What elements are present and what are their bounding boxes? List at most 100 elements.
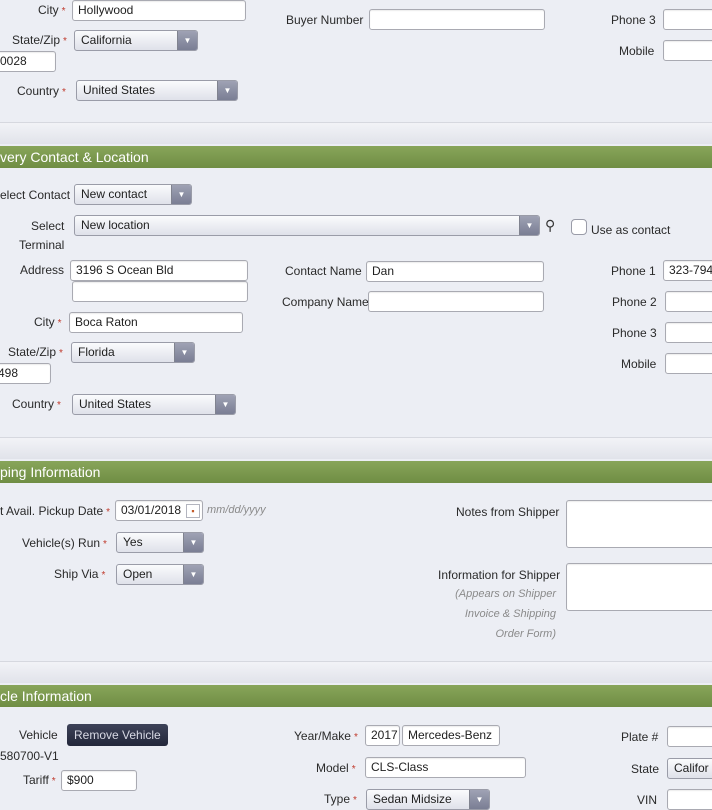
delivery-state-value: Florida (78, 345, 115, 359)
vehicle-section-header: cle Information (0, 685, 712, 707)
search-icon[interactable]: ⚲ (545, 217, 555, 234)
vin-label: VIN (637, 793, 658, 807)
select-terminal-dropdown[interactable]: New location ▼ (74, 215, 540, 236)
section-divider (0, 661, 712, 683)
ship-via-value: Open (123, 567, 153, 581)
pickup-date-value: 03/01/2018 (121, 503, 182, 517)
shipping-header-text: ping Information (0, 464, 101, 480)
buyer-number-label: Buyer Number (286, 13, 364, 27)
ship-via-label: Ship Via * (54, 567, 106, 581)
select-contact-label: elect Contact (0, 188, 71, 202)
delivery-state-zip-label: State/Zip * (8, 345, 63, 359)
vehicle-state-label: State (631, 762, 660, 776)
model-label: Model * (316, 761, 356, 775)
plate-label: Plate # (621, 730, 659, 744)
section-divider (0, 437, 712, 459)
chevron-down-icon: ▼ (177, 31, 197, 50)
tariff-label: Tariff * (23, 773, 56, 787)
chevron-down-icon: ▼ (171, 185, 191, 204)
city-label: City * (38, 3, 66, 17)
ship-via-select[interactable]: Open ▼ (116, 564, 204, 585)
country-value: United States (83, 83, 156, 97)
delivery-city-label: City * (34, 315, 62, 329)
contact-name-label: Contact Name (285, 264, 362, 278)
phone2-input[interactable] (665, 291, 712, 312)
vehicle-state-select[interactable]: Califor (667, 758, 712, 779)
remove-vehicle-button[interactable]: Remove Vehicle (67, 724, 168, 746)
country-select[interactable]: United States ▼ (76, 80, 238, 101)
delivery-mobile-label: Mobile (621, 357, 657, 371)
use-as-contact-checkbox[interactable] (571, 219, 587, 235)
buyer-number-input[interactable] (369, 9, 545, 30)
notes-from-shipper-textarea[interactable] (566, 500, 712, 548)
pickup-date-input[interactable]: 03/01/2018 ▪ (115, 500, 203, 521)
shipping-section-header: ping Information (0, 461, 712, 483)
delivery-zip-input[interactable]: 498 (0, 363, 51, 384)
phone1-label: Phone 1 (611, 264, 656, 278)
info-note-3: Order Form) (495, 628, 557, 640)
notes-from-shipper-label: Notes from Shipper (456, 505, 560, 519)
section-divider (0, 122, 712, 144)
vehicle-state-value: Califor (674, 761, 709, 775)
mobile-label: Mobile (619, 44, 655, 58)
delivery-phone3-label: Phone 3 (612, 326, 657, 340)
phone1-input[interactable]: 323-794- (663, 260, 712, 281)
state-select[interactable]: California ▼ (74, 30, 198, 51)
address-line2-input[interactable] (72, 281, 248, 302)
select-terminal-label: Select (31, 219, 65, 233)
use-as-contact-label: Use as contact (591, 223, 671, 237)
info-for-shipper-textarea[interactable] (566, 563, 712, 611)
delivery-country-value: United States (79, 397, 152, 411)
info-note-2: Invoice & Shipping (464, 608, 556, 620)
address-line1-input[interactable]: 3196 S Ocean Bld (70, 260, 248, 281)
chevron-down-icon: ▼ (183, 533, 203, 552)
year-input[interactable]: 2017 (365, 725, 400, 746)
chevron-down-icon: ▼ (174, 343, 194, 362)
pickup-date-hint: mm/dd/yyyy (207, 504, 266, 516)
vehicles-run-label: Vehicle(s) Run * (22, 536, 107, 550)
vehicles-run-value: Yes (123, 535, 143, 549)
country-label: Country * (17, 84, 66, 98)
delivery-header-text: very Contact & Location (0, 149, 149, 165)
phone3-label: Phone 3 (611, 13, 656, 27)
pickup-date-label: t Avail. Pickup Date * (0, 504, 111, 518)
company-name-input[interactable] (368, 291, 544, 312)
info-for-shipper-label: Information for Shipper (438, 568, 561, 582)
type-label: Type * (324, 792, 357, 806)
vehicles-run-select[interactable]: Yes ▼ (116, 532, 204, 553)
model-input[interactable]: CLS-Class (365, 757, 526, 778)
mobile-input[interactable] (663, 40, 712, 61)
state-zip-label: State/Zip * (12, 33, 67, 47)
delivery-country-select[interactable]: United States ▼ (72, 394, 236, 415)
state-value: California (81, 33, 132, 47)
make-input[interactable]: Mercedes-Benz (402, 725, 500, 746)
tariff-input[interactable]: $900 (61, 770, 137, 791)
delivery-section-header: very Contact & Location (0, 146, 712, 168)
vehicle-label: Vehicle (19, 728, 58, 742)
delivery-city-input[interactable]: Boca Raton (69, 312, 243, 333)
address-label: Address (20, 263, 65, 277)
info-note-1: (Appears on Shipper (455, 588, 556, 600)
phone2-label: Phone 2 (612, 295, 657, 309)
vehicle-id: 580700-V1 (0, 749, 59, 763)
delivery-phone3-input[interactable] (665, 322, 712, 343)
contact-name-input[interactable]: Dan (366, 261, 544, 282)
delivery-country-label: Country * (12, 397, 61, 411)
select-terminal-value: New location (81, 218, 150, 232)
type-value: Sedan Midsize (373, 792, 452, 806)
delivery-mobile-input[interactable] (665, 353, 712, 374)
select-terminal-label-2: Terminal (19, 238, 65, 252)
vehicle-header-text: cle Information (0, 688, 92, 704)
company-name-label: Company Name (282, 295, 369, 309)
phone3-input[interactable] (663, 9, 712, 30)
city-input[interactable]: Hollywood (72, 0, 246, 21)
year-make-label: Year/Make * (294, 729, 358, 743)
origin-section: City * Hollywood Buyer Number Phone 3 Sta… (0, 0, 712, 120)
zip-input[interactable]: 0028 (0, 51, 56, 72)
calendar-icon[interactable]: ▪ (186, 504, 200, 518)
chevron-down-icon: ▼ (519, 216, 539, 235)
delivery-state-select[interactable]: Florida ▼ (71, 342, 195, 363)
plate-input[interactable] (667, 726, 712, 747)
select-contact-dropdown[interactable]: New contact ▼ (74, 184, 192, 205)
chevron-down-icon: ▼ (183, 565, 203, 584)
